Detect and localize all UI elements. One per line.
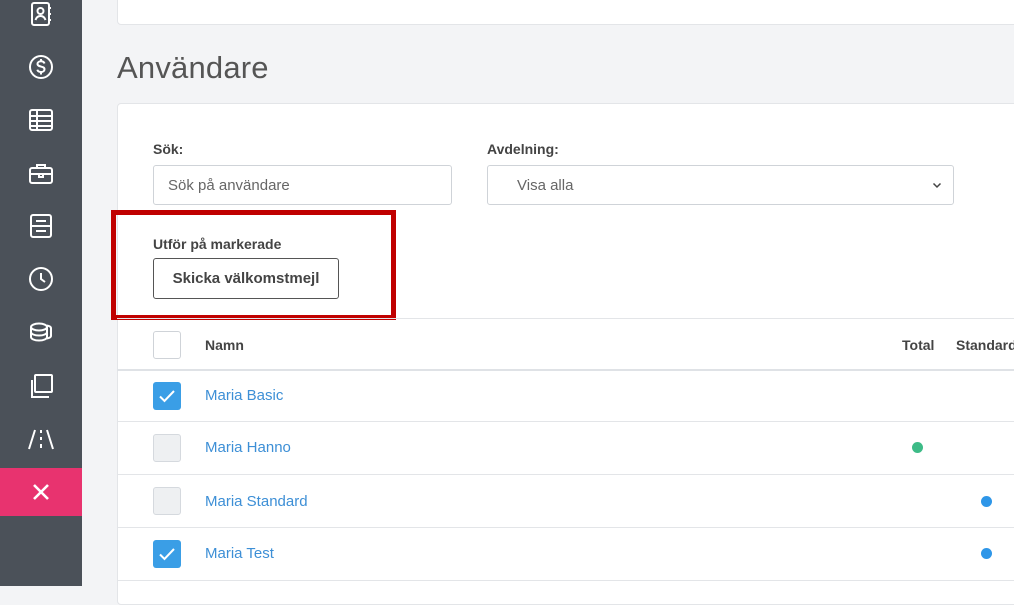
sidebar-item-table[interactable] [0, 96, 82, 144]
highlight-box [111, 210, 396, 320]
copy-icon [31, 374, 53, 398]
status-dot-standard [981, 548, 992, 559]
table-icon [29, 109, 53, 131]
contact-book-icon [31, 2, 51, 26]
road-icon [28, 429, 54, 450]
user-link[interactable]: Maria Test [205, 545, 274, 562]
document-icon [30, 214, 52, 238]
sidebar-item-travel[interactable] [0, 415, 82, 463]
sidebar-item-economy[interactable] [0, 43, 82, 91]
sidebar-item-copies[interactable] [0, 362, 82, 410]
department-label: Avdelning: [487, 141, 559, 157]
user-link[interactable]: Maria Standard [205, 493, 308, 510]
row-checkbox[interactable] [153, 540, 181, 568]
sidebar [0, 0, 82, 586]
sidebar-item-projects[interactable] [0, 150, 82, 198]
close-icon [33, 484, 49, 500]
check-icon [159, 390, 175, 403]
user-link[interactable]: Maria Hanno [205, 439, 291, 456]
sidebar-item-finance[interactable] [0, 308, 82, 356]
department-select[interactable]: Visa alla [487, 165, 954, 205]
column-header-standard[interactable]: Standard [956, 337, 1014, 353]
column-header-total[interactable]: Total [902, 337, 934, 353]
divider [117, 421, 1014, 422]
divider [117, 580, 1014, 581]
row-checkbox[interactable] [153, 434, 181, 462]
divider [117, 474, 1014, 475]
clock-icon [29, 267, 53, 291]
search-label: Sök: [153, 141, 184, 157]
sidebar-item-close[interactable] [0, 468, 82, 516]
briefcase-icon [29, 164, 53, 184]
dollar-icon [29, 55, 53, 79]
coins-icon [30, 322, 52, 342]
divider [117, 369, 1014, 371]
row-checkbox[interactable] [153, 382, 181, 410]
status-dot-total [912, 442, 923, 453]
row-checkbox[interactable] [153, 487, 181, 515]
select-all-checkbox[interactable] [153, 331, 181, 359]
status-dot-standard [981, 496, 992, 507]
check-icon [159, 548, 175, 561]
chevron-down-icon [932, 182, 942, 189]
column-header-name[interactable]: Namn [205, 337, 244, 353]
divider [117, 527, 1014, 528]
search-placeholder: Sök på användare [168, 176, 290, 194]
sidebar-item-time[interactable] [0, 255, 82, 303]
user-link[interactable]: Maria Basic [205, 387, 283, 404]
divider [117, 318, 1014, 319]
department-value: Visa alla [517, 176, 574, 194]
top-card [117, 0, 1014, 25]
sidebar-item-documents[interactable] [0, 202, 82, 250]
search-input[interactable]: Sök på användare [153, 165, 452, 205]
page-title: Användare [117, 50, 269, 85]
sidebar-item-contacts[interactable] [0, 0, 82, 38]
